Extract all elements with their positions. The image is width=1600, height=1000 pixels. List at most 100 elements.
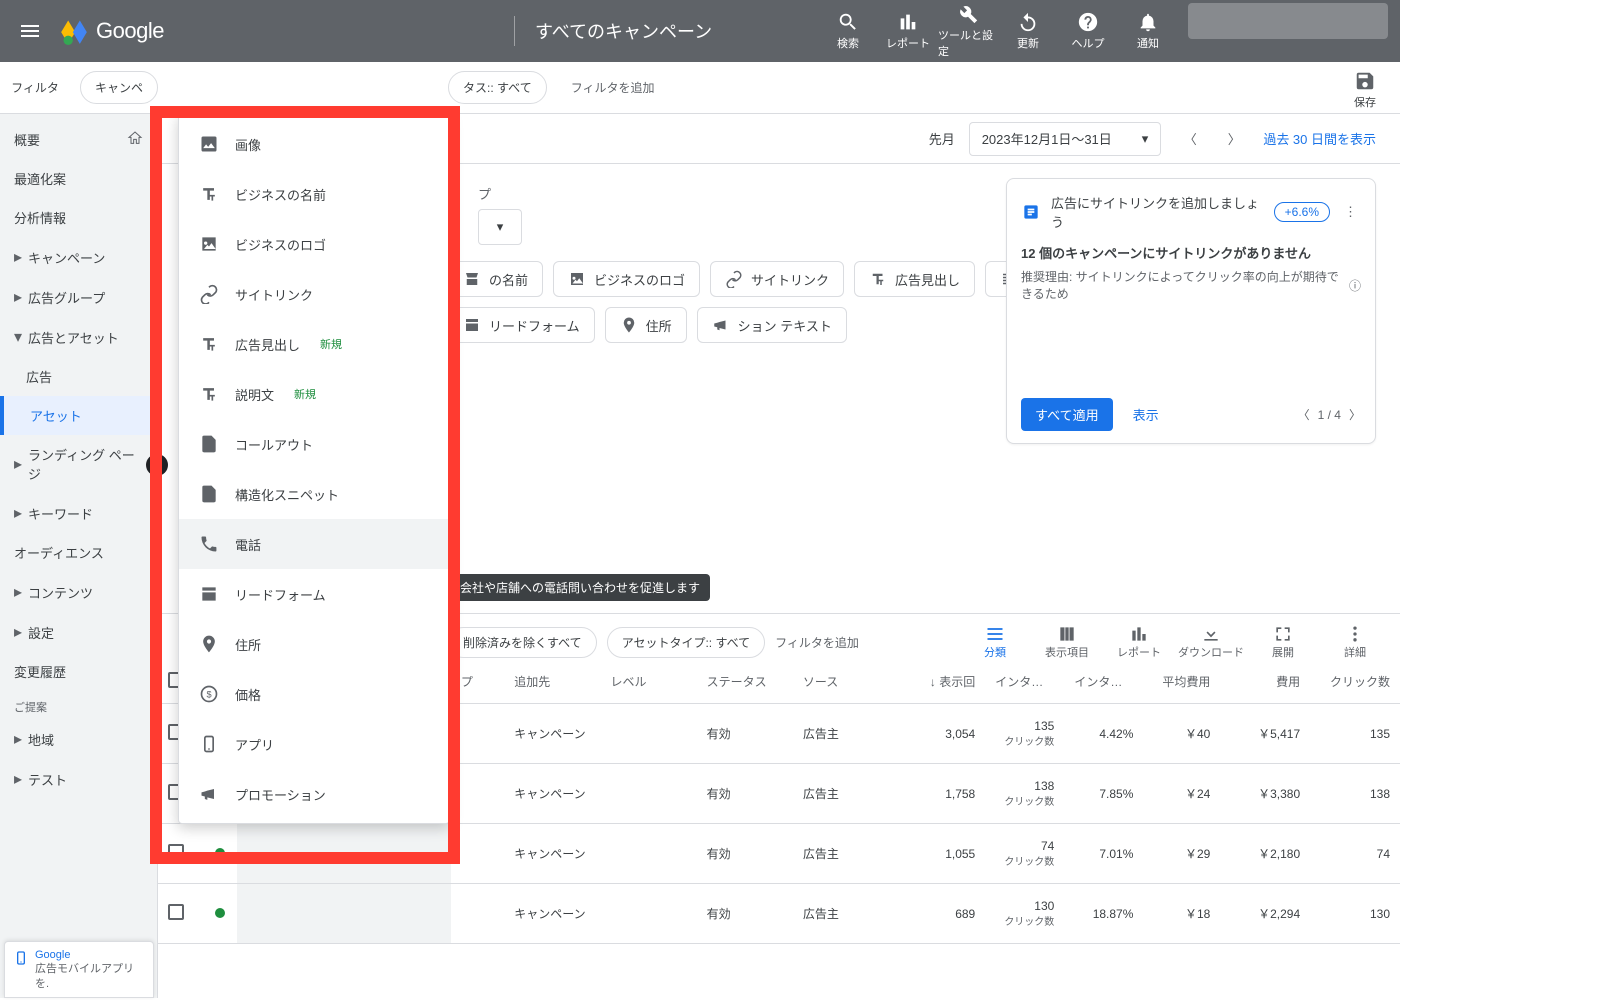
table-action-download[interactable]: ダウンロード bbox=[1178, 624, 1244, 660]
table-action-columns[interactable]: 表示項目 bbox=[1034, 624, 1100, 660]
info-icon[interactable]: ⓘ bbox=[1349, 277, 1361, 294]
th-source[interactable]: ソース bbox=[793, 660, 900, 704]
table-row[interactable]: キャンペーン有効広告主689130クリック数18.87%￥18￥2,294130 bbox=[158, 884, 1400, 944]
doc-icon bbox=[199, 484, 219, 504]
filter-chip-campaign[interactable]: キャンペ bbox=[80, 71, 158, 104]
date-next-button[interactable]: 〉 bbox=[1219, 124, 1249, 154]
tool-help[interactable]: ヘルプ bbox=[1058, 3, 1118, 59]
sidenav-item[interactable]: 分析情報 bbox=[0, 198, 157, 237]
asset-menu-item[interactable]: 広告見出し新規 bbox=[179, 319, 449, 369]
pin-icon bbox=[199, 634, 219, 654]
th-cost[interactable]: 費用 bbox=[1220, 660, 1310, 704]
sidenav-item[interactable]: 概要 bbox=[0, 120, 157, 159]
show-last-30-days-link[interactable]: 過去 30 日間を表示 bbox=[1263, 129, 1376, 148]
sidenav-item[interactable]: 変更履歴 bbox=[0, 652, 157, 691]
th-added[interactable]: 追加先 bbox=[504, 660, 600, 704]
wrench-icon bbox=[957, 3, 979, 25]
asset-menu-item[interactable]: サイトリンク bbox=[179, 269, 449, 319]
tool-report[interactable]: レポート bbox=[878, 3, 938, 59]
tt-icon bbox=[199, 384, 219, 404]
table-action-report[interactable]: レポート bbox=[1106, 624, 1172, 660]
asset-menu-item[interactable]: 構造化スニペット bbox=[179, 469, 449, 519]
global-search-box[interactable] bbox=[1188, 3, 1388, 39]
pager-prev[interactable]: 〈 bbox=[1298, 406, 1310, 423]
asset-type-chip[interactable]: 広告見出し bbox=[854, 261, 975, 297]
asset-menu-item[interactable]: プロモーション bbox=[179, 769, 449, 819]
sidenav-item[interactable]: ▸広告グループ bbox=[0, 277, 157, 317]
new-badge: 新規 bbox=[320, 336, 342, 352]
asset-menu-item[interactable]: ビジネスのロゴ bbox=[179, 219, 449, 269]
asset-type-chip[interactable]: ション テキスト bbox=[697, 307, 847, 343]
sidenav-item[interactable]: アセット bbox=[0, 396, 157, 435]
row-checkbox[interactable] bbox=[158, 884, 205, 944]
table-action-more[interactable]: 詳細 bbox=[1322, 624, 1388, 660]
asset-menu-item[interactable]: 価格 bbox=[179, 669, 449, 719]
asset-menu-item[interactable]: アプリ bbox=[179, 719, 449, 769]
reco-view-button[interactable]: 表示 bbox=[1133, 405, 1159, 424]
asset-type-chip[interactable]: リードフォーム bbox=[448, 307, 595, 343]
sidenav-item[interactable]: ▸ランディング ページ bbox=[0, 435, 157, 493]
asset-menu-item[interactable]: 説明文新規 bbox=[179, 369, 449, 419]
logo-icon bbox=[199, 234, 219, 254]
asset-menu-item[interactable]: 電話 bbox=[179, 519, 449, 569]
sidenav-item[interactable]: 広告 bbox=[0, 357, 157, 396]
row-checkbox[interactable] bbox=[158, 824, 205, 884]
table-add-filter[interactable]: フィルタを追加 bbox=[775, 634, 859, 651]
asset-menu-item[interactable]: コールアウト bbox=[179, 419, 449, 469]
menu-button[interactable] bbox=[0, 19, 60, 43]
asset-type-chip[interactable]: ビジネスのロゴ bbox=[553, 261, 700, 297]
tool-search[interactable]: 検索 bbox=[818, 3, 878, 59]
tool-refresh[interactable]: 更新 bbox=[998, 3, 1058, 59]
table-filter-chip-asset-type[interactable]: アセットタイプ:: すべて bbox=[607, 627, 765, 658]
assignment-icon bbox=[1021, 202, 1041, 222]
sidenav-item[interactable]: ▾広告とアセット bbox=[0, 317, 157, 357]
table-action-segment[interactable]: 分類 bbox=[962, 624, 1028, 660]
sidenav-item[interactable]: ▸コンテンツ bbox=[0, 572, 157, 612]
brand-logo[interactable]: Google bbox=[60, 17, 184, 45]
th-clicks[interactable]: クリック数 bbox=[1310, 660, 1400, 704]
mobile-app-promo[interactable]: Google 広告モバイルアプリを. bbox=[4, 941, 154, 998]
sidenav-item[interactable]: オーディエンス bbox=[0, 533, 157, 572]
table-row[interactable]: キャンペーン有効広告主1,05574クリック数7.01%￥29￥2,18074 bbox=[158, 824, 1400, 884]
sidenav-item[interactable]: ▸設定 bbox=[0, 612, 157, 652]
save-button[interactable]: 保存 bbox=[1354, 70, 1376, 110]
table-action-expand[interactable]: 展開 bbox=[1250, 624, 1316, 660]
asset-type-chip[interactable]: 住所 bbox=[605, 307, 687, 343]
reco-apply-all-button[interactable]: すべて適用 bbox=[1021, 398, 1113, 431]
th-status[interactable]: ステータス bbox=[697, 660, 793, 704]
promo-icon bbox=[712, 316, 730, 334]
filter-chip-status[interactable]: タス:: すべて bbox=[448, 71, 547, 104]
asset-type-chip[interactable]: の名前 bbox=[448, 261, 543, 297]
th-type[interactable]: プ bbox=[451, 660, 504, 704]
sidenav-item[interactable]: ▸キーワード bbox=[0, 493, 157, 533]
tool-notifications[interactable]: 通知 bbox=[1118, 3, 1178, 59]
asset-menu-item[interactable]: 住所 bbox=[179, 619, 449, 669]
sidenav-item[interactable]: ▸地域 bbox=[0, 719, 157, 759]
add-filter-button[interactable]: フィルタを追加 bbox=[557, 71, 669, 104]
sidenav-item[interactable]: ▸キャンペーン bbox=[0, 237, 157, 277]
asset-type-dropdown[interactable]: ▾ bbox=[478, 209, 522, 245]
pager-next[interactable]: 〉 bbox=[1349, 406, 1361, 423]
date-prev-button[interactable]: 〈 bbox=[1175, 124, 1205, 154]
tt-icon bbox=[869, 270, 887, 288]
asset-menu-item[interactable]: リードフォーム bbox=[179, 569, 449, 619]
asset-menu-item[interactable]: 画像 bbox=[179, 119, 449, 169]
reco-more-button[interactable]: ⋮ bbox=[1340, 204, 1361, 220]
th-interactions[interactable]: インタラク bbox=[985, 660, 1064, 704]
sidenav-item[interactable]: ▸テスト bbox=[0, 759, 157, 799]
th-impressions[interactable]: ↓ 表示回 bbox=[900, 660, 986, 704]
th-avg-cost[interactable]: 平均費用 bbox=[1143, 660, 1220, 704]
th-level[interactable]: レベル bbox=[600, 660, 696, 704]
doc-icon bbox=[199, 434, 219, 454]
table-filter-chip-deleted[interactable]: 削除済みを除くすべて bbox=[448, 627, 597, 658]
tool-settings[interactable]: ツールと設定 bbox=[938, 3, 998, 59]
phone-tooltip: 会社や店舗への電話問い合わせを促進します bbox=[450, 574, 710, 601]
sidenav-item[interactable]: 最適化案 bbox=[0, 159, 157, 198]
recommendation-card: 広告にサイトリンクを追加しましょう +6.6% ⋮ 12 個のキャンペーンにサイ… bbox=[1006, 178, 1376, 444]
asset-menu-item[interactable]: ビジネスの名前 bbox=[179, 169, 449, 219]
date-range-picker[interactable]: 2023年12月1日〜31日▾ bbox=[969, 122, 1162, 156]
price-icon bbox=[199, 684, 219, 704]
asset-type-chip[interactable]: サイトリンク bbox=[710, 261, 844, 297]
th-interaction-rate[interactable]: インタラク bbox=[1064, 660, 1143, 704]
tt-icon bbox=[199, 334, 219, 354]
